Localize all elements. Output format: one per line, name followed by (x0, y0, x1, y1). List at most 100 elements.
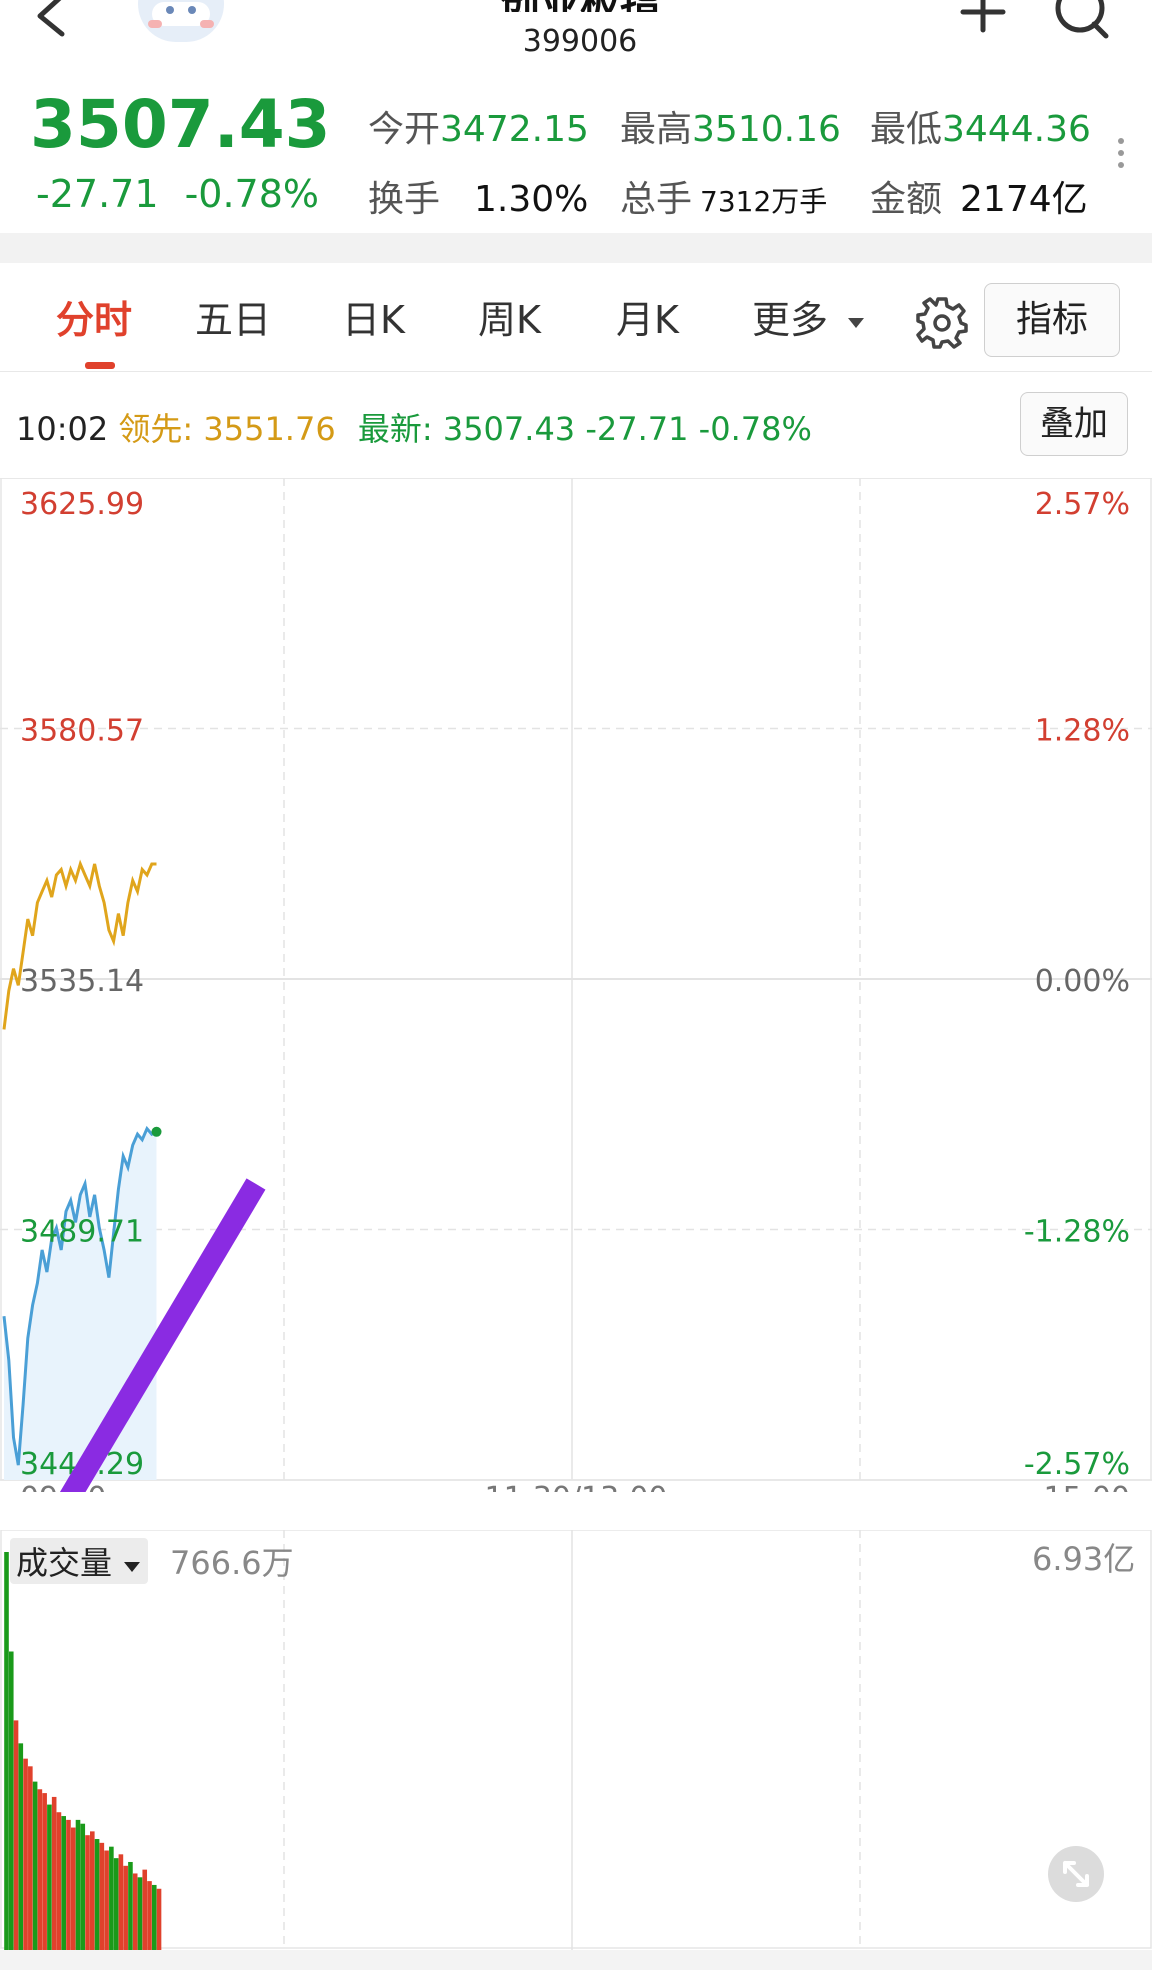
y-tick-right: 2.57% (1035, 487, 1130, 522)
active-tab-indicator (85, 362, 115, 369)
volume-bar (47, 1804, 52, 1950)
amount-value: 2174亿 (960, 179, 1088, 220)
page-title: 创业板指 (440, 0, 720, 12)
volume-bar (4, 1552, 9, 1950)
turnover-value: 1.30% (474, 179, 589, 220)
y-tick-right: 0.00% (1035, 964, 1130, 999)
volume-bar (13, 1720, 19, 1950)
volume-current: 766.6万 (170, 1544, 294, 1582)
tab-day-k[interactable]: 日K (342, 289, 405, 344)
section-separator (0, 233, 1152, 263)
volume-max: 6.93亿 (1032, 1540, 1136, 1578)
volume-bar (85, 1835, 90, 1950)
turnover-item: 换手 1.30% (368, 170, 588, 222)
tab-more[interactable]: 更多 (752, 289, 866, 344)
change-value: -27.71 (36, 172, 159, 216)
volume-bar (70, 1827, 76, 1950)
volume-border (0, 1530, 1152, 1949)
y-tick-left: 3580.57 (20, 714, 144, 749)
search-icon[interactable] (1052, 0, 1112, 42)
turnover-label: 换手 (368, 179, 441, 220)
lead-value: 3551.76 (203, 410, 336, 448)
volume-bar (147, 1881, 152, 1950)
tab-week-k[interactable]: 周K (478, 289, 541, 344)
volume-bar (94, 1839, 100, 1950)
avatar[interactable] (138, 0, 224, 42)
caret-down-icon (124, 1562, 141, 1572)
indicator-button[interactable]: 指标 (984, 283, 1120, 357)
volume-bar (80, 1823, 86, 1950)
volume-bar (142, 1869, 148, 1950)
high-label: 最高 (620, 109, 693, 150)
volume-bar (75, 1819, 81, 1950)
price-change: -27.71 -0.78% (36, 172, 319, 216)
bottom-bar (0, 1950, 1152, 1970)
amount-label: 金额 (870, 179, 943, 220)
volume-item: 总手 7312万手 (620, 170, 827, 222)
tab-intraday[interactable]: 分时 (56, 289, 132, 344)
volume-bar (99, 1842, 105, 1950)
high-value: 3510.16 (692, 109, 841, 150)
volume-bar (61, 1816, 66, 1950)
volume-bar (113, 1858, 119, 1950)
volume-value: 7312万手 (700, 185, 828, 218)
lead-label: 领先: (118, 410, 194, 448)
intraday-chart[interactable]: 3625.99 2.57% 3580.57 1.28% 3535.14 0.00% 3489… (0, 478, 1152, 1492)
open-value: 3472.15 (440, 109, 589, 150)
volume-bar (118, 1854, 124, 1950)
tab-month-k[interactable]: 月K (616, 289, 679, 344)
volume-label: 成交量 (16, 1544, 113, 1582)
overlay-button[interactable]: 叠加 (1020, 392, 1128, 456)
y-tick-right: -1.28% (1024, 1215, 1130, 1250)
volume-bar (37, 1789, 43, 1950)
stock-code: 399006 (522, 24, 638, 59)
volume-bar (109, 1846, 114, 1950)
tab-five-day[interactable]: 五日 (195, 289, 271, 344)
x-tick: 11:30/13:00 (484, 1481, 667, 1492)
latest-change: -27.71 (585, 410, 689, 448)
more-dots-icon[interactable] (1118, 138, 1124, 174)
volume-bar (151, 1884, 157, 1950)
latest-percent: -0.78% (698, 410, 812, 448)
app-header: 创业板指 399006 (0, 0, 1152, 72)
volume-bar (128, 1861, 133, 1950)
latest-label: 最新: (357, 410, 433, 448)
volume-bar (56, 1812, 62, 1950)
back-arrow-icon[interactable] (30, 0, 70, 40)
period-tabs: 分时 五日 日K 周K 月K 更多 指标 (0, 263, 1152, 372)
add-icon[interactable] (958, 0, 1008, 40)
volume-bar (23, 1758, 28, 1950)
change-percent: -0.78% (184, 172, 320, 216)
expand-icon[interactable] (1048, 1846, 1104, 1902)
open-label: 今开 (368, 109, 441, 150)
volume-bar (132, 1873, 138, 1950)
volume-bar (123, 1865, 128, 1950)
low-value: 3444.36 (942, 109, 1091, 150)
volume-bar (28, 1766, 33, 1950)
high-item: 最高3510.16 (620, 100, 841, 152)
volume-chart[interactable] (0, 1530, 1152, 1950)
latest-value: 3507.43 (442, 410, 576, 448)
x-tick: 15:00 (1044, 1481, 1130, 1492)
amount-item: 金额 2174亿 (870, 170, 1088, 222)
tab-more-label: 更多 (752, 298, 829, 342)
y-tick-left: 3625.99 (20, 487, 144, 522)
latest-price-dot (151, 1126, 162, 1137)
volume-dropdown[interactable]: 成交量 (10, 1538, 149, 1584)
lead-line (2, 859, 157, 1030)
volume-bar (104, 1850, 109, 1950)
settings-gear-icon[interactable] (912, 293, 972, 353)
y-tick-left: 3489.71 (20, 1215, 144, 1250)
volume-bar (90, 1831, 95, 1950)
low-item: 最低3444.36 (870, 100, 1091, 152)
volume-bar (8, 1651, 14, 1950)
y-tick-right: 1.28% (1035, 714, 1130, 749)
volume-bar (42, 1793, 47, 1950)
volume-bar (66, 1819, 71, 1950)
y-tick-right: -2.57% (1024, 1447, 1130, 1482)
low-label: 最低 (870, 109, 943, 150)
price-area-fill (4, 1128, 157, 1480)
volume-label: 总手 (620, 179, 693, 220)
quote-row-1: 今开3472.15 (368, 100, 589, 152)
volume-bar (51, 1796, 57, 1950)
